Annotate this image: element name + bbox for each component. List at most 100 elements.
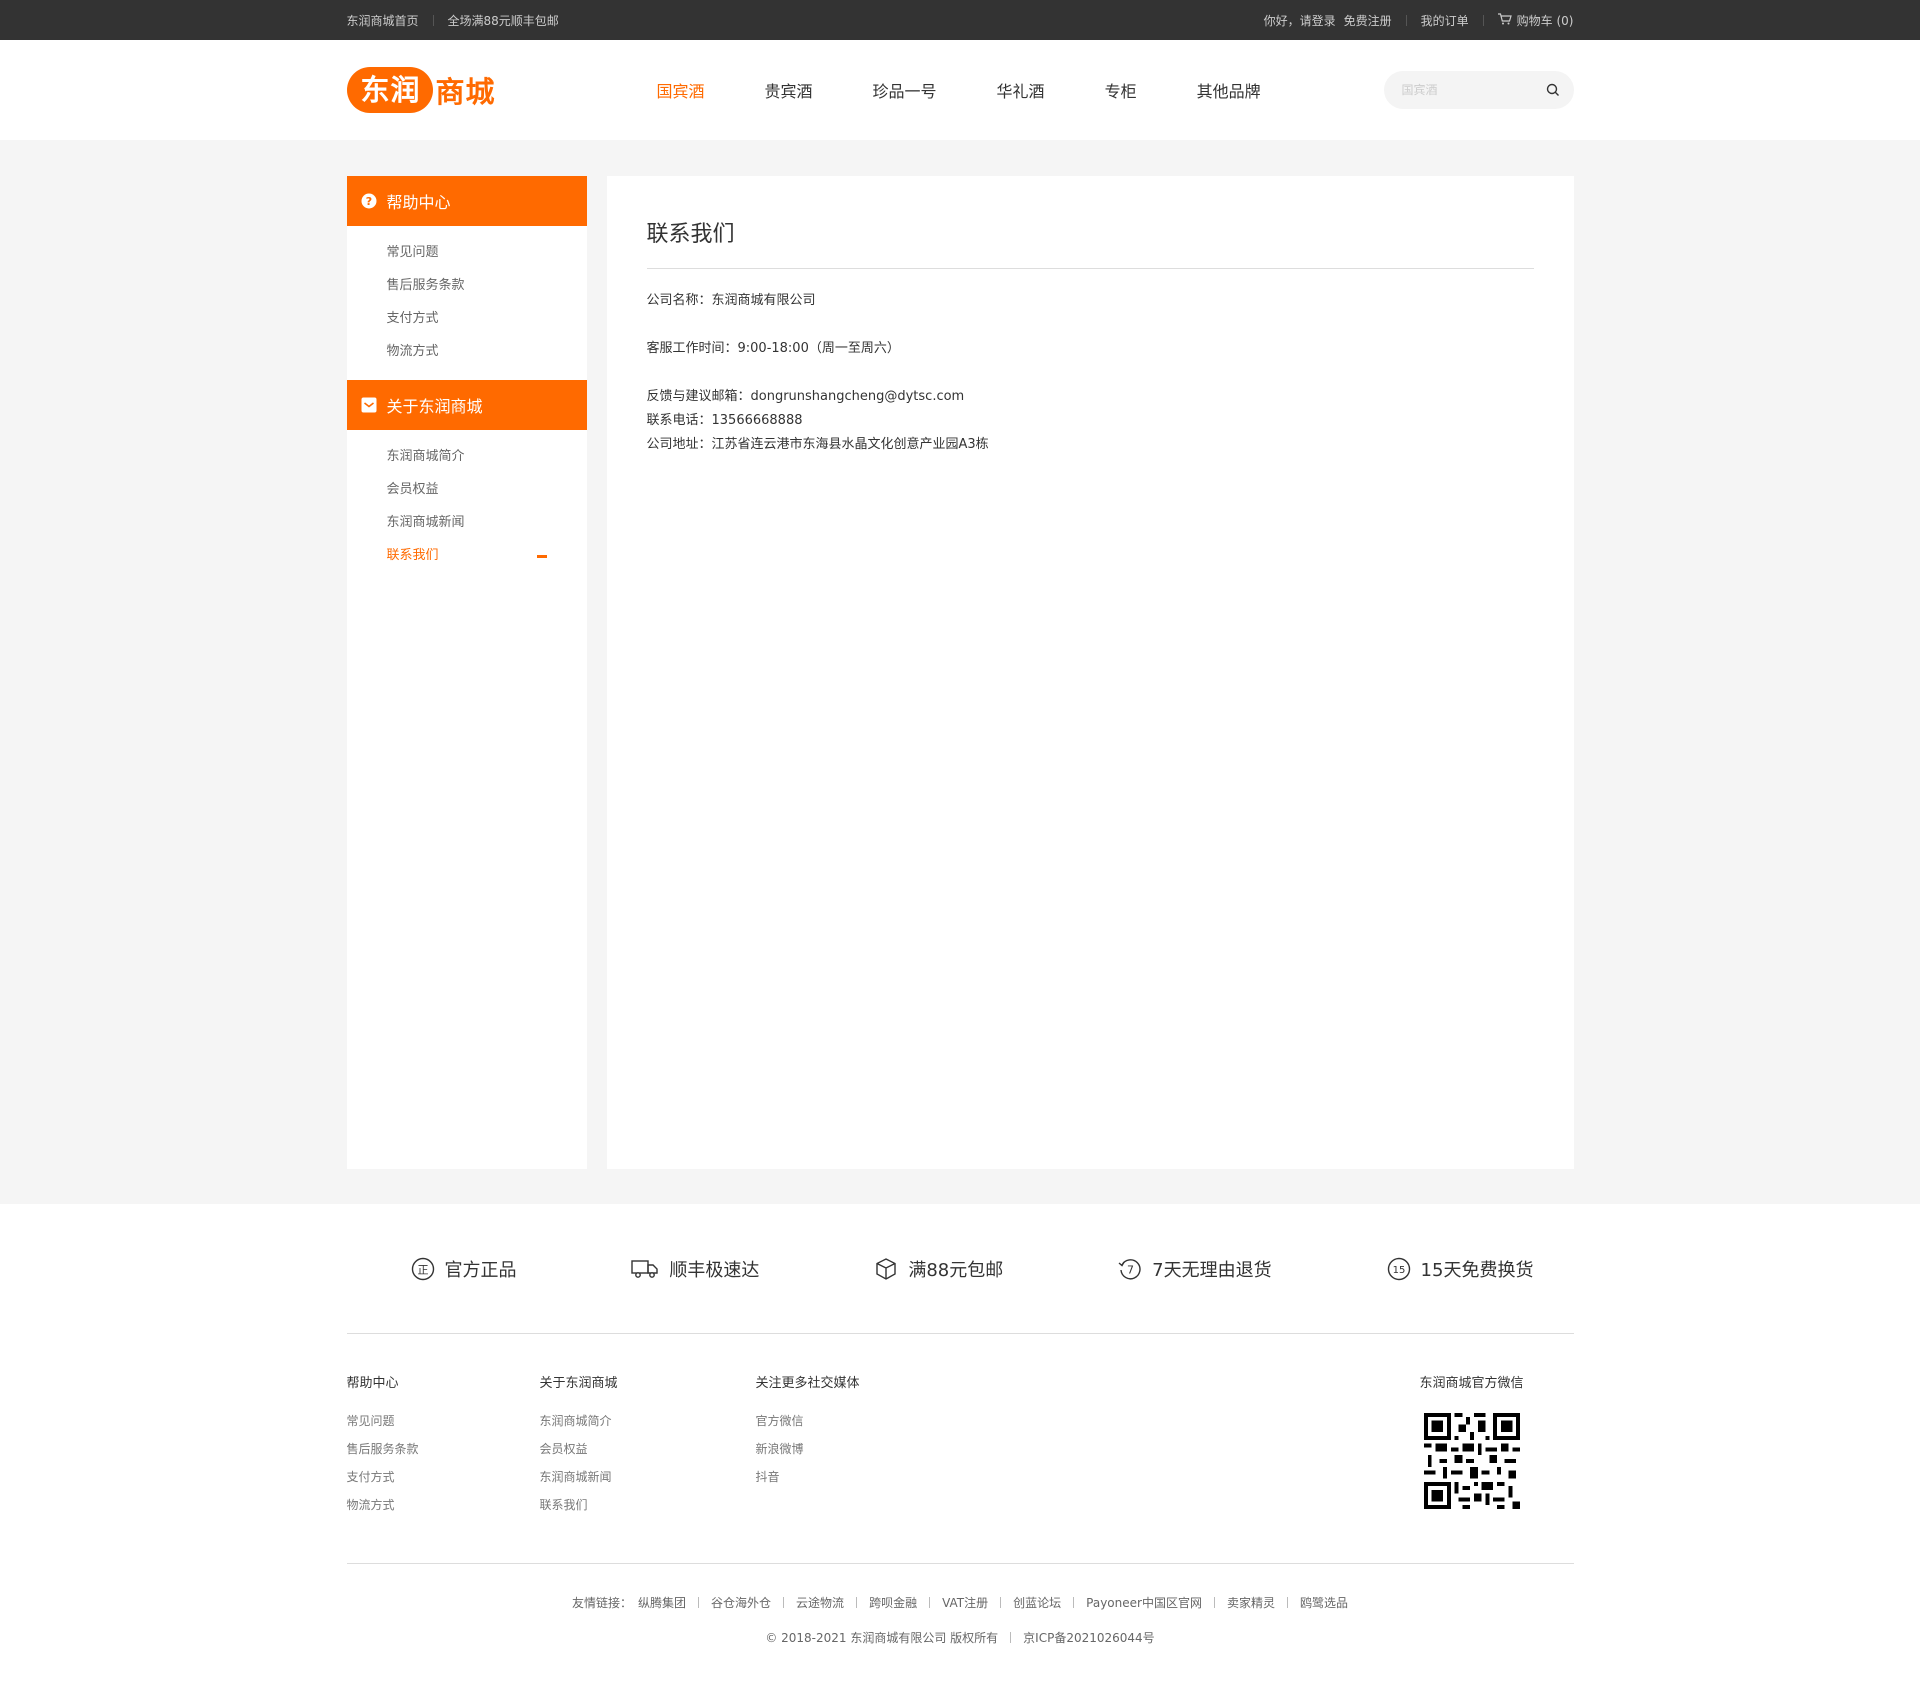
divider (1405, 14, 1407, 26)
divider (698, 1597, 700, 1608)
exchange-15-icon: 15 (1387, 1257, 1411, 1281)
friend-link[interactable]: 鸥鹭选品 (1300, 1594, 1348, 1611)
footer-link-faq[interactable]: 常见问题 (347, 1413, 540, 1441)
sidebar-item-payment[interactable]: 支付方式 (347, 302, 587, 335)
service-guarantees: 正 官方正品 顺丰极速达 满88元包邮 7 7天无理由退货 15 15天免费换货 (346, 1204, 1574, 1334)
service-free-shipping: 满88元包邮 (874, 1256, 1003, 1282)
logo-text-2: 商城 (435, 75, 496, 109)
search-input[interactable] (1401, 83, 1542, 97)
footer-link-wechat[interactable]: 官方微信 (756, 1413, 1416, 1441)
search-icon[interactable] (1546, 83, 1560, 97)
svg-text:?: ? (365, 195, 371, 208)
nav-item-guobin[interactable]: 国宾酒 (657, 78, 705, 102)
footer-col-wechat: 东润商城官方微信 (1416, 1372, 1528, 1563)
footer-col-title: 东润商城官方微信 (1419, 1376, 1524, 1391)
service-label: 7天无理由退货 (1152, 1259, 1272, 1281)
cart-link[interactable]: 购物车 (0) (1497, 12, 1574, 29)
sidebar-item-membership[interactable]: 会员权益 (347, 473, 587, 506)
home-link[interactable]: 东润商城首页 (347, 12, 419, 29)
top-bar: 东润商城首页 全场满88元顺丰包邮 你好，请登录 免费注册 我的订单 购物车 (… (0, 0, 1920, 40)
friend-link[interactable]: Payoneer中国区官网 (1086, 1594, 1202, 1611)
divider (783, 1597, 785, 1608)
footer-col-about: 关于东润商城 东润商城简介 会员权益 东润商城新闻 联系我们 (540, 1372, 756, 1563)
friend-link[interactable]: 谷仓海外仓 (711, 1594, 771, 1611)
sidebar-item-after-sales[interactable]: 售后服务条款 (347, 269, 587, 302)
footer-link-after-sales[interactable]: 售后服务条款 (347, 1441, 540, 1469)
company-address: 公司地址：江苏省连云港市东海县水晶文化创意产业园A3栋 (646, 437, 989, 452)
truck-icon (631, 1258, 659, 1280)
footer-links: 帮助中心 常见问题 售后服务条款 支付方式 物流方式 关于东润商城 东润商城简介… (346, 1334, 1574, 1564)
footer-link-douyin[interactable]: 抖音 (756, 1469, 1416, 1497)
service-label: 顺丰极速达 (669, 1259, 760, 1281)
mail-icon (361, 397, 377, 413)
service-7day-return: 7 7天无理由退货 (1118, 1256, 1272, 1282)
copyright-text: © 2018-2021 东润商城有限公司 版权所有 (765, 1631, 999, 1645)
svg-text:7: 7 (1127, 1263, 1134, 1276)
logo-text-1: 东润 (346, 67, 433, 113)
shipping-promo: 全场满88元顺丰包邮 (447, 13, 559, 28)
friend-link[interactable]: 卖家精灵 (1227, 1594, 1275, 1611)
question-icon: ? (361, 193, 377, 209)
footer-col-social: 关注更多社交媒体 官方微信 新浪微博 抖音 (756, 1372, 1416, 1563)
sidebar-section-help[interactable]: ? 帮助中心 (346, 176, 587, 226)
nav-item-guibin[interactable]: 贵宾酒 (765, 78, 813, 102)
package-icon (874, 1257, 898, 1281)
sidebar-help-list: 常见问题 售后服务条款 支付方式 物流方式 (347, 226, 587, 380)
footer-link-news[interactable]: 东润商城新闻 (540, 1469, 756, 1497)
main-nav: 国宾酒 贵宾酒 珍品一号 华礼酒 专柜 其他品牌 (657, 78, 1321, 102)
friend-link[interactable]: 纵腾集团 (638, 1594, 686, 1611)
friend-link[interactable]: VAT注册 (942, 1594, 988, 1611)
my-orders-link[interactable]: 我的订单 (1421, 12, 1469, 29)
friend-links-label: 友情链接： (572, 1596, 633, 1610)
service-label: 满88元包邮 (908, 1259, 1004, 1281)
feedback-email: 反馈与建议邮箱：dongrunshangcheng@dytsc.com (646, 389, 965, 404)
footer-col-help: 帮助中心 常见问题 售后服务条款 支付方式 物流方式 (347, 1372, 540, 1563)
divider (1482, 14, 1484, 26)
nav-item-zhuangui[interactable]: 专柜 (1105, 78, 1137, 102)
register-link[interactable]: 免费注册 (1344, 12, 1392, 29)
sidebar-item-news[interactable]: 东润商城新闻 (347, 506, 587, 539)
friend-link[interactable]: 创蓝论坛 (1013, 1594, 1061, 1611)
footer-col-title: 关于东润商城 (539, 1376, 618, 1391)
footer-link-contact[interactable]: 联系我们 (540, 1497, 756, 1525)
company-name: 公司名称：东润商城有限公司 (646, 293, 816, 308)
sidebar: ? 帮助中心 常见问题 售后服务条款 支付方式 物流方式 关于东润商城 东润商城… (346, 176, 587, 1169)
footer-link-logistics[interactable]: 物流方式 (347, 1497, 540, 1525)
service-hours: 客服工作时间：9:00-18:00（周一至周六） (646, 341, 900, 356)
nav-item-zhenpin[interactable]: 珍品一号 (873, 78, 937, 102)
nav-item-huali[interactable]: 华礼酒 (997, 78, 1045, 102)
footer-link-membership[interactable]: 会员权益 (540, 1441, 756, 1469)
footer-link-intro[interactable]: 东润商城简介 (540, 1413, 756, 1441)
friend-link[interactable]: 跨呗金融 (869, 1594, 917, 1611)
sidebar-item-logistics[interactable]: 物流方式 (347, 335, 587, 368)
sidebar-section-about[interactable]: 关于东润商城 (346, 380, 587, 430)
genuine-icon: 正 (411, 1257, 435, 1281)
service-express: 顺丰极速达 (631, 1256, 759, 1282)
login-link[interactable]: 你好，请登录 (1264, 12, 1336, 29)
contact-phone: 联系电话：13566668888 (646, 413, 803, 428)
friend-links: 友情链接： 纵腾集团 谷仓海外仓 云途物流 跨呗金融 VAT注册 创蓝论坛 Pa… (347, 1594, 1574, 1611)
sidebar-item-faq[interactable]: 常见问题 (347, 236, 587, 269)
service-genuine: 正 官方正品 (411, 1256, 517, 1282)
sidebar-item-contact[interactable]: 联系我们 (347, 539, 587, 572)
site-logo[interactable]: 东润 商城 (346, 65, 507, 115)
svg-text:15: 15 (1392, 1265, 1405, 1276)
sidebar-section-label: 帮助中心 (386, 193, 451, 212)
wechat-qr-code (1423, 1413, 1520, 1509)
friend-link[interactable]: 云途物流 (796, 1594, 844, 1611)
divider (432, 14, 434, 26)
svg-text:正: 正 (417, 1263, 428, 1276)
return-7-icon: 7 (1118, 1257, 1142, 1281)
icp-number[interactable]: 京ICP备2021026044号 (1023, 1629, 1155, 1646)
page-title: 联系我们 (646, 216, 1534, 269)
cart-label: 购物车 (0) (1516, 13, 1574, 28)
footer-link-payment[interactable]: 支付方式 (347, 1469, 540, 1497)
copyright-bar: © 2018-2021 东润商城有限公司 版权所有 京ICP备202102604… (347, 1629, 1574, 1646)
sidebar-item-intro[interactable]: 东润商城简介 (347, 440, 587, 473)
divider (856, 1597, 858, 1608)
nav-item-other-brands[interactable]: 其他品牌 (1197, 78, 1261, 102)
cart-icon (1497, 12, 1512, 28)
footer-link-weibo[interactable]: 新浪微博 (756, 1441, 1416, 1469)
divider (1213, 1597, 1215, 1608)
divider (1000, 1597, 1002, 1608)
